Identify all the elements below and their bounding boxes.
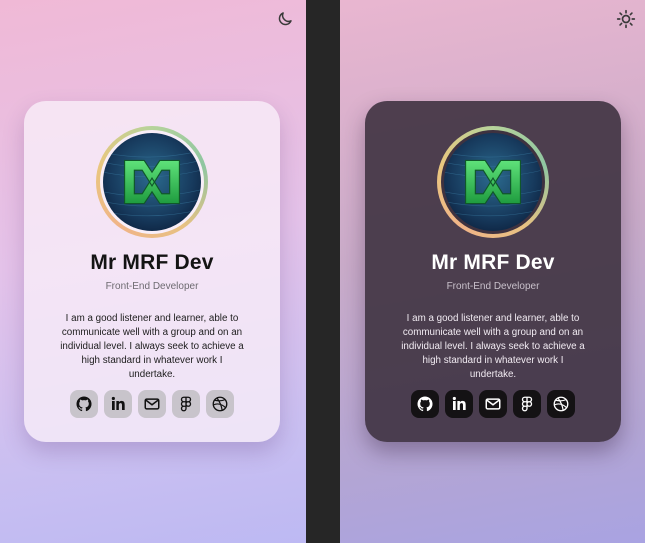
profile-role: Front-End Developer: [446, 281, 540, 292]
github-link[interactable]: [70, 390, 98, 418]
linkedin-link[interactable]: [445, 390, 473, 418]
avatar: [103, 133, 201, 231]
dribbble-icon: [553, 396, 569, 412]
social-links: [24, 390, 280, 418]
sun-icon: [616, 9, 636, 29]
social-links: [365, 390, 621, 418]
figma-icon: [521, 396, 533, 412]
linkedin-icon: [111, 396, 125, 410]
github-icon: [417, 396, 433, 412]
panel-divider: [306, 0, 340, 543]
profile-role: Front-End Developer: [105, 281, 199, 292]
dribbble-link[interactable]: [206, 390, 234, 418]
figma-link[interactable]: [513, 390, 541, 418]
dribbble-icon: [212, 396, 228, 412]
profile-bio: I am a good listener and learner, able t…: [401, 313, 585, 380]
github-icon: [76, 396, 92, 412]
light-theme-panel: Mr MRF Dev Front-End Developer I am a go…: [0, 0, 306, 543]
linkedin-link[interactable]: [104, 390, 132, 418]
avatar-ring: [96, 126, 208, 238]
profile-bio: I am a good listener and learner, able t…: [60, 313, 244, 380]
moon-icon: [278, 12, 292, 26]
theme-toggle-button[interactable]: [615, 8, 637, 30]
profile-name: Mr MRF Dev: [90, 251, 214, 274]
dark-theme-panel: Mr MRF Dev Front-End Developer I am a go…: [340, 0, 645, 543]
profile-card: Mr MRF Dev Front-End Developer I am a go…: [365, 101, 621, 442]
avatar: [444, 133, 542, 231]
email-link[interactable]: [138, 390, 166, 418]
dribbble-link[interactable]: [547, 390, 575, 418]
profile-card: Mr MRF Dev Front-End Developer I am a go…: [24, 101, 280, 442]
theme-toggle-button[interactable]: [274, 8, 296, 30]
mail-icon: [485, 398, 501, 410]
figma-icon: [180, 396, 192, 412]
mail-icon: [144, 398, 160, 410]
linkedin-icon: [452, 396, 466, 410]
email-link[interactable]: [479, 390, 507, 418]
profile-name: Mr MRF Dev: [431, 251, 555, 274]
github-link[interactable]: [411, 390, 439, 418]
avatar-ring: [437, 126, 549, 238]
figma-link[interactable]: [172, 390, 200, 418]
